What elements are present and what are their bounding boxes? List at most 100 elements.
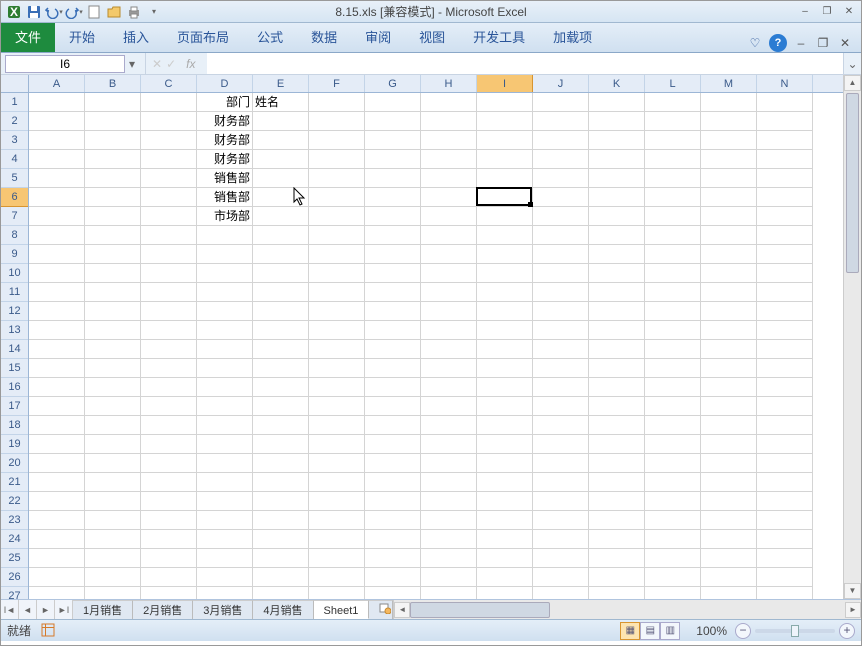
cell[interactable] xyxy=(645,416,701,435)
cell[interactable] xyxy=(85,169,141,188)
row-header[interactable]: 7 xyxy=(1,207,28,226)
cell[interactable] xyxy=(253,207,309,226)
cell[interactable] xyxy=(477,150,533,169)
cell[interactable] xyxy=(533,378,589,397)
cell[interactable] xyxy=(589,416,645,435)
cell[interactable] xyxy=(365,93,421,112)
cell[interactable] xyxy=(85,435,141,454)
cell[interactable] xyxy=(533,207,589,226)
cell[interactable] xyxy=(645,568,701,587)
cell[interactable] xyxy=(533,549,589,568)
cell[interactable] xyxy=(645,530,701,549)
cell[interactable] xyxy=(533,359,589,378)
cell[interactable] xyxy=(533,473,589,492)
cell[interactable] xyxy=(309,93,365,112)
cell[interactable] xyxy=(197,245,253,264)
cell[interactable] xyxy=(757,302,813,321)
new-icon[interactable] xyxy=(85,3,103,21)
cell[interactable] xyxy=(421,359,477,378)
cell[interactable] xyxy=(645,169,701,188)
cell[interactable] xyxy=(645,150,701,169)
enter-formula-icon[interactable]: ✓ xyxy=(166,57,176,71)
cell[interactable] xyxy=(645,207,701,226)
cell[interactable] xyxy=(701,587,757,599)
cell[interactable] xyxy=(477,207,533,226)
cell[interactable] xyxy=(253,321,309,340)
row-header[interactable]: 3 xyxy=(1,131,28,150)
column-header[interactable]: G xyxy=(365,75,421,92)
formula-input[interactable] xyxy=(207,53,843,74)
zoom-in-button[interactable]: + xyxy=(839,623,855,639)
cell[interactable] xyxy=(365,378,421,397)
cell[interactable] xyxy=(645,93,701,112)
cell[interactable] xyxy=(141,226,197,245)
cell[interactable] xyxy=(253,435,309,454)
cell[interactable] xyxy=(701,150,757,169)
cell[interactable] xyxy=(421,416,477,435)
cell[interactable] xyxy=(365,207,421,226)
cell[interactable] xyxy=(365,549,421,568)
cell[interactable] xyxy=(757,264,813,283)
cell[interactable] xyxy=(645,454,701,473)
cell[interactable] xyxy=(85,549,141,568)
row-header[interactable]: 24 xyxy=(1,530,28,549)
cell[interactable] xyxy=(141,397,197,416)
cell[interactable] xyxy=(197,473,253,492)
scroll-down-icon[interactable]: ▼ xyxy=(844,583,861,599)
cell[interactable] xyxy=(421,131,477,150)
cell[interactable] xyxy=(421,207,477,226)
column-header[interactable]: A xyxy=(29,75,85,92)
row-header[interactable]: 27 xyxy=(1,587,28,599)
cell[interactable] xyxy=(365,492,421,511)
cell[interactable] xyxy=(589,492,645,511)
cell[interactable] xyxy=(421,169,477,188)
cell[interactable] xyxy=(421,549,477,568)
cell[interactable] xyxy=(757,340,813,359)
cell[interactable] xyxy=(197,549,253,568)
row-header[interactable]: 19 xyxy=(1,435,28,454)
cell[interactable] xyxy=(141,188,197,207)
cell[interactable] xyxy=(141,454,197,473)
cell[interactable] xyxy=(141,340,197,359)
cell[interactable] xyxy=(757,226,813,245)
row-header[interactable]: 13 xyxy=(1,321,28,340)
cell[interactable] xyxy=(141,359,197,378)
cell[interactable] xyxy=(197,321,253,340)
restore-button[interactable]: ❐ xyxy=(819,5,835,19)
ribbon-tab[interactable]: 加载项 xyxy=(539,21,606,52)
cell[interactable] xyxy=(253,112,309,131)
cell[interactable] xyxy=(85,245,141,264)
cell[interactable] xyxy=(309,511,365,530)
cell[interactable] xyxy=(85,568,141,587)
cell[interactable] xyxy=(85,207,141,226)
row-header[interactable]: 14 xyxy=(1,340,28,359)
row-header[interactable]: 9 xyxy=(1,245,28,264)
column-header[interactable]: B xyxy=(85,75,141,92)
cell[interactable] xyxy=(29,112,85,131)
cell[interactable] xyxy=(757,416,813,435)
cell[interactable] xyxy=(365,568,421,587)
column-header[interactable]: E xyxy=(253,75,309,92)
name-box-dropdown-icon[interactable]: ▾ xyxy=(125,57,139,71)
cell[interactable] xyxy=(197,340,253,359)
cell[interactable] xyxy=(533,416,589,435)
cell[interactable] xyxy=(757,188,813,207)
cell[interactable] xyxy=(29,131,85,150)
cell[interactable] xyxy=(589,302,645,321)
cell[interactable] xyxy=(141,131,197,150)
cell[interactable] xyxy=(757,473,813,492)
cell[interactable] xyxy=(29,93,85,112)
cell[interactable] xyxy=(85,340,141,359)
cell[interactable] xyxy=(365,587,421,599)
file-tab[interactable]: 文件 xyxy=(1,21,55,52)
cell[interactable] xyxy=(197,302,253,321)
row-header[interactable]: 20 xyxy=(1,454,28,473)
cell[interactable] xyxy=(29,321,85,340)
cell[interactable] xyxy=(701,302,757,321)
cell[interactable] xyxy=(477,397,533,416)
row-header[interactable]: 18 xyxy=(1,416,28,435)
cell[interactable] xyxy=(309,492,365,511)
scroll-up-icon[interactable]: ▲ xyxy=(844,75,861,91)
row-header[interactable]: 4 xyxy=(1,150,28,169)
zoom-slider[interactable] xyxy=(755,629,835,633)
